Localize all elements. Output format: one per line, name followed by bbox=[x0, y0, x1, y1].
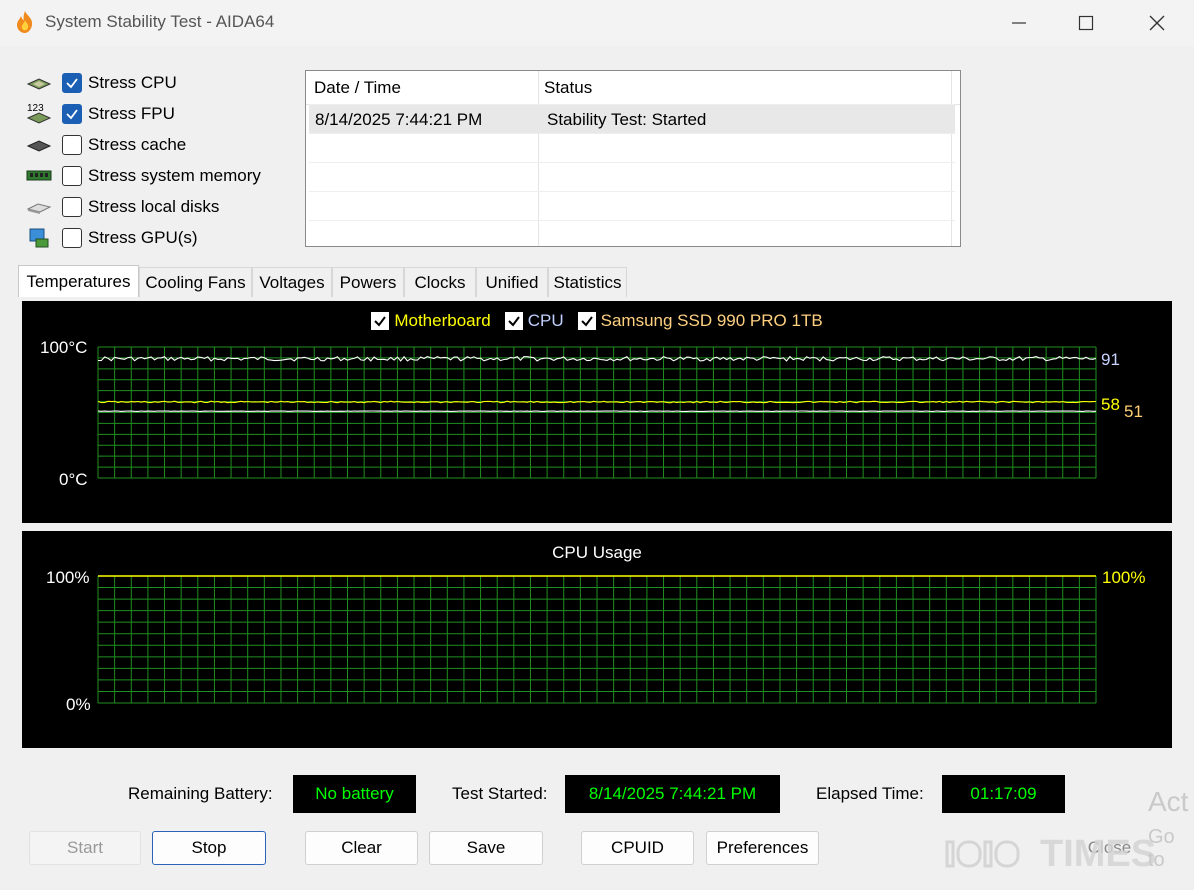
close-window-button[interactable] bbox=[1137, 6, 1177, 40]
cpu-usage-plot bbox=[97, 575, 1097, 704]
stress-fpu-checkbox[interactable] bbox=[62, 104, 82, 124]
stress-cache-checkbox[interactable] bbox=[62, 135, 82, 155]
test-started-value: 8/14/2025 7:44:21 PM bbox=[565, 775, 780, 813]
stress-memory-option[interactable]: Stress system memory bbox=[24, 162, 261, 190]
event-log-table[interactable]: Date / Time Status 8/14/2025 7:44:21 PM … bbox=[305, 70, 961, 247]
cpu-chip-icon bbox=[24, 72, 54, 94]
checkmark-icon bbox=[66, 109, 78, 120]
stress-disks-label: Stress local disks bbox=[88, 197, 220, 216]
stress-cache-option[interactable]: Stress cache bbox=[24, 131, 186, 159]
cpu-usage-current-value: 100% bbox=[1102, 568, 1146, 587]
column-header-datetime[interactable]: Date / Time bbox=[306, 71, 401, 104]
stress-memory-label: Stress system memory bbox=[88, 166, 261, 185]
clear-button[interactable]: Clear bbox=[305, 831, 418, 865]
cache-chip-icon bbox=[24, 134, 54, 156]
plot-grid bbox=[97, 346, 1097, 479]
ioiotimes-watermark-logo: TIMES bbox=[945, 833, 1156, 870]
memory-module-icon bbox=[24, 165, 54, 187]
cpu-usage-chart-panel: CPU Usage 100% 0% 100% bbox=[22, 531, 1172, 748]
table-row bbox=[309, 133, 955, 162]
tab-voltages[interactable]: Voltages bbox=[252, 267, 332, 297]
watermark-goto-text: Go to bbox=[1148, 826, 1175, 871]
maximize-button[interactable] bbox=[1066, 6, 1106, 40]
watermark-activate-text: Act bbox=[1148, 786, 1189, 817]
temperature-chart-panel: Motherboard CPU Samsung SSD 990 PRO 1TB … bbox=[22, 301, 1172, 523]
save-button[interactable]: Save bbox=[429, 831, 543, 865]
tab-statistics[interactable]: Statistics bbox=[548, 267, 627, 297]
column-header-status[interactable]: Status bbox=[536, 71, 592, 104]
stress-cache-label: Stress cache bbox=[88, 135, 187, 154]
fpu-icon-text: 123 bbox=[27, 103, 44, 114]
tab-cooling-fans[interactable]: Cooling Fans bbox=[139, 267, 252, 297]
stress-disks-checkbox[interactable] bbox=[62, 197, 82, 217]
fpu-chip-icon: 123 bbox=[24, 103, 54, 125]
table-row bbox=[309, 191, 955, 220]
stress-gpu-label: Stress GPU(s) bbox=[88, 228, 198, 247]
stress-cpu-option[interactable]: Stress CPU bbox=[24, 69, 177, 97]
table-row bbox=[309, 220, 955, 249]
window-title: System Stability Test - AIDA64 bbox=[45, 12, 275, 31]
stress-memory-checkbox[interactable] bbox=[62, 166, 82, 186]
hard-disk-icon bbox=[24, 196, 54, 218]
tab-powers[interactable]: Powers bbox=[332, 267, 404, 297]
stress-disks-option[interactable]: Stress local disks bbox=[24, 193, 219, 221]
test-started-label: Test Started: bbox=[452, 784, 548, 803]
aida64-flame-icon bbox=[17, 11, 33, 33]
temperature-plot bbox=[97, 346, 1097, 479]
table-row[interactable]: 8/14/2025 7:44:21 PM Stability Test: Sta… bbox=[309, 104, 955, 133]
tab-temperatures[interactable]: Temperatures bbox=[18, 265, 139, 297]
tab-clocks[interactable]: Clocks bbox=[404, 267, 476, 297]
stress-cpu-checkbox[interactable] bbox=[62, 73, 82, 93]
preferences-button[interactable]: Preferences bbox=[706, 831, 819, 865]
battery-label: Remaining Battery: bbox=[128, 784, 273, 803]
row-status: Stability Test: Started bbox=[547, 109, 707, 129]
row-datetime: 8/14/2025 7:44:21 PM bbox=[315, 109, 483, 129]
tab-unified[interactable]: Unified bbox=[476, 267, 548, 297]
cpu-current-value: 91 bbox=[1101, 350, 1120, 369]
plot-grid bbox=[97, 575, 1097, 704]
stop-button[interactable]: Stop bbox=[152, 831, 266, 865]
cpuid-button[interactable]: CPUID bbox=[581, 831, 694, 865]
close-icon bbox=[1149, 15, 1165, 31]
stress-fpu-option[interactable]: 123 Stress FPU bbox=[24, 100, 175, 128]
stress-fpu-label: Stress FPU bbox=[88, 104, 175, 123]
minimize-icon bbox=[1012, 22, 1026, 24]
elapsed-time-label: Elapsed Time: bbox=[816, 784, 924, 803]
watermark-logo-text: TIMES bbox=[1040, 833, 1156, 870]
ssd-current-value: 51 bbox=[1124, 402, 1143, 421]
battery-value: No battery bbox=[293, 775, 416, 813]
start-button[interactable]: Start bbox=[29, 831, 141, 865]
minimize-button[interactable] bbox=[999, 6, 1039, 40]
gpu-monitor-icon bbox=[24, 227, 54, 249]
elapsed-time-value: 01:17:09 bbox=[942, 775, 1065, 813]
stress-gpu-option[interactable]: Stress GPU(s) bbox=[24, 224, 198, 252]
table-row bbox=[309, 162, 955, 191]
stress-cpu-label: Stress CPU bbox=[88, 73, 177, 92]
title-bar: System Stability Test - AIDA64 bbox=[0, 0, 1194, 46]
maximize-icon bbox=[1078, 15, 1094, 31]
motherboard-current-value: 58 bbox=[1101, 395, 1120, 414]
checkmark-icon bbox=[66, 78, 78, 89]
stress-gpu-checkbox[interactable] bbox=[62, 228, 82, 248]
